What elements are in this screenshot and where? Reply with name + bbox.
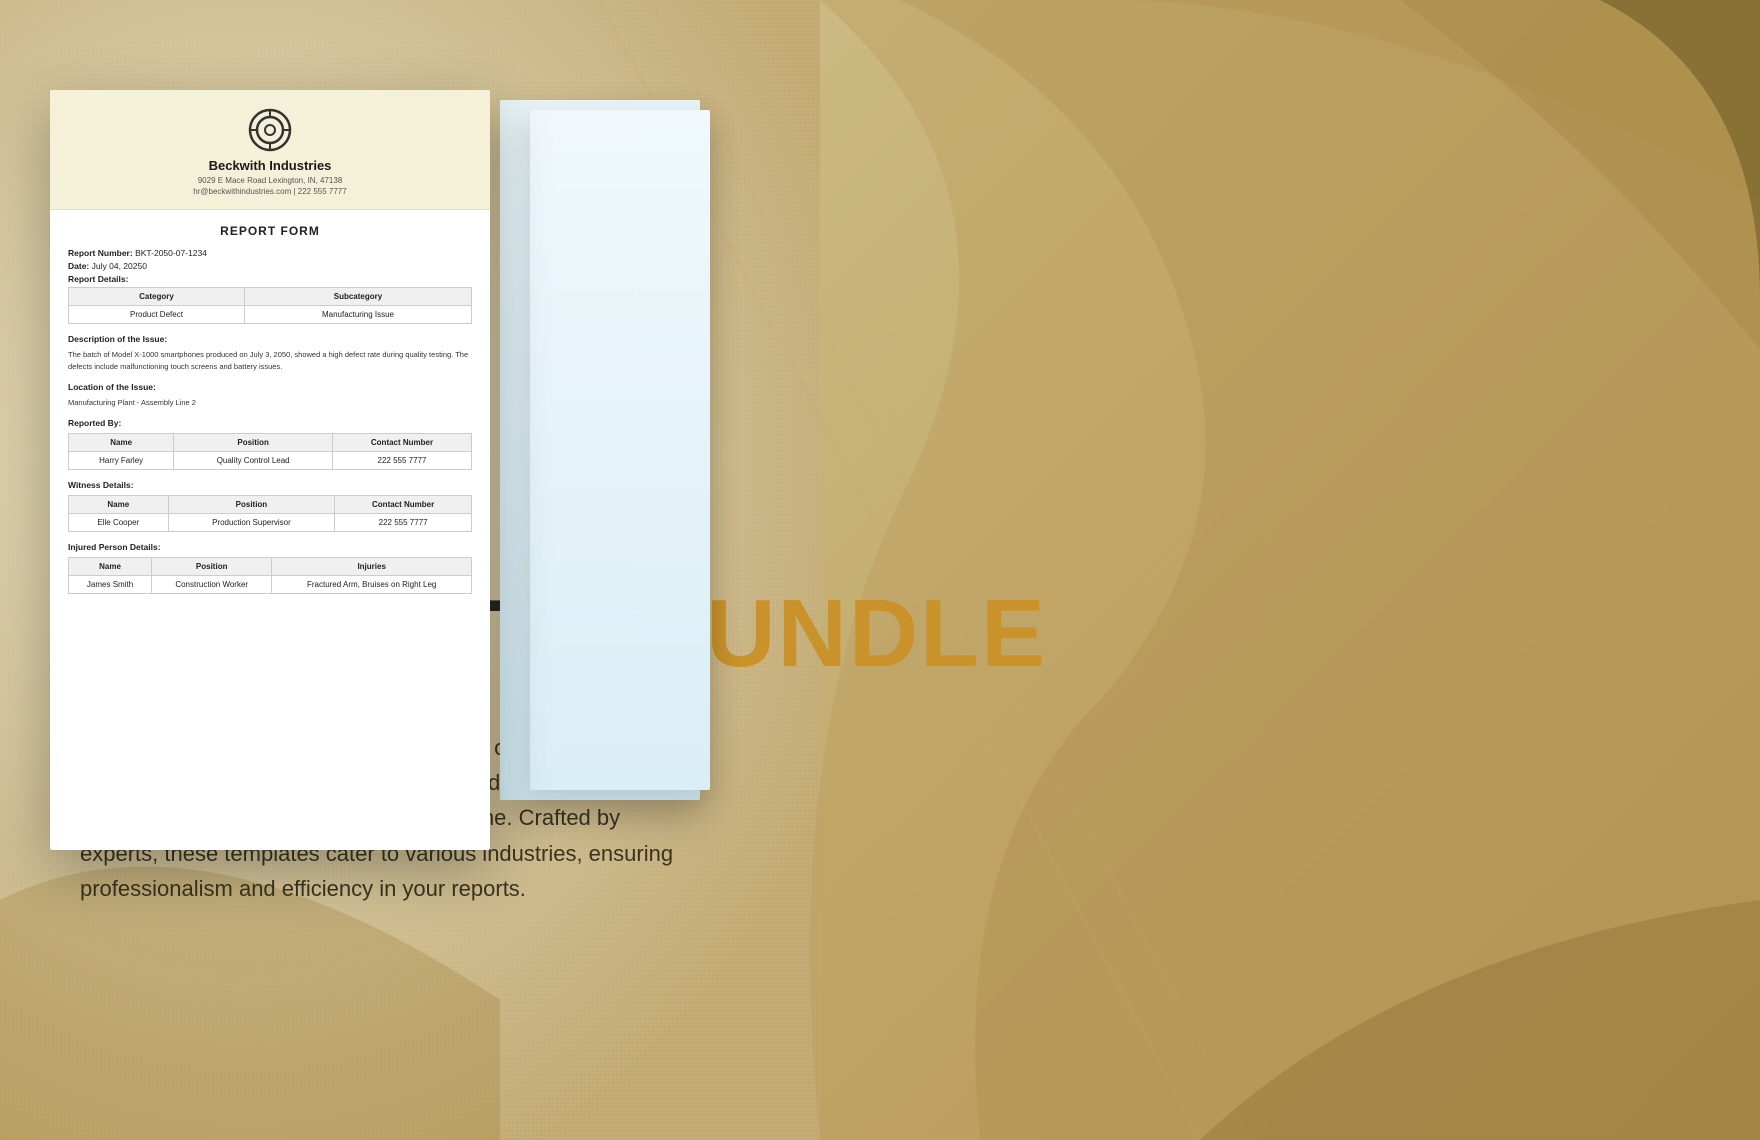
table-row: Product Defect Manufacturing Issue bbox=[69, 306, 472, 324]
witness-contact-header: Contact Number bbox=[335, 496, 472, 514]
witness-position-header: Position bbox=[168, 496, 335, 514]
reporter-contact: 222 555 7777 bbox=[333, 452, 472, 470]
reported-by-table: Name Position Contact Number Harry Farle… bbox=[68, 433, 472, 470]
witness-table: Name Position Contact Number Elle Cooper… bbox=[68, 495, 472, 532]
subcategory-header: Subcategory bbox=[244, 288, 471, 306]
location-title: Location of the Issue: bbox=[68, 382, 472, 392]
injured-position-header: Position bbox=[152, 558, 272, 576]
category-table: Category Subcategory Product Defect Manu… bbox=[68, 287, 472, 324]
reporter-name: Harry Farley bbox=[69, 452, 174, 470]
doc-header: Beckwith Industries 9029 E Mace Road Lex… bbox=[50, 90, 490, 210]
injured-injuries: Fractured Arm, Bruises on Right Leg bbox=[272, 576, 472, 594]
main-document-card: Beckwith Industries 9029 E Mace Road Lex… bbox=[50, 90, 490, 850]
injured-name: James Smith bbox=[69, 576, 152, 594]
contact-line: hr@beckwithindustries.com | 222 555 7777 bbox=[193, 187, 346, 196]
name-header: Name bbox=[69, 434, 174, 452]
injured-table: Name Position Injuries James Smith Const… bbox=[68, 557, 472, 594]
category-cell: Product Defect bbox=[69, 306, 245, 324]
doc-card-behind2 bbox=[530, 110, 710, 790]
company-address: 9029 E Mace Road Lexington, IN, 47138 hr… bbox=[70, 175, 470, 197]
position-header: Position bbox=[174, 434, 333, 452]
description-text: The batch of Model X-1000 smartphones pr… bbox=[68, 349, 472, 372]
category-header: Category bbox=[69, 288, 245, 306]
witness-contact: 222 555 7777 bbox=[335, 514, 472, 532]
report-details-label: Report Details: bbox=[68, 274, 472, 284]
subcategory-cell: Manufacturing Issue bbox=[244, 306, 471, 324]
company-logo bbox=[248, 108, 292, 152]
witness-name-header: Name bbox=[69, 496, 169, 514]
date-label: Date: bbox=[68, 261, 89, 271]
report-details-heading: Report Details: bbox=[68, 274, 128, 284]
location-text: Manufacturing Plant - Assembly Line 2 bbox=[68, 397, 472, 408]
address-line: 9029 E Mace Road Lexington, IN, 47138 bbox=[198, 176, 343, 185]
date-value: July 04, 20250 bbox=[92, 261, 147, 271]
report-number-value: BKT-2050-07-1234 bbox=[135, 248, 207, 258]
doc-body: REPORT FORM Report Number: BKT-2050-07-1… bbox=[50, 210, 490, 616]
witness-position: Production Supervisor bbox=[168, 514, 335, 532]
injured-position: Construction Worker bbox=[152, 576, 272, 594]
report-number-label: Report Number: bbox=[68, 248, 133, 258]
injured-injuries-header: Injuries bbox=[272, 558, 472, 576]
contact-number-header: Contact Number bbox=[333, 434, 472, 452]
injured-title: Injured Person Details: bbox=[68, 542, 472, 552]
description-title: Description of the Issue: bbox=[68, 334, 472, 344]
witness-title: Witness Details: bbox=[68, 480, 472, 490]
table-row: Harry Farley Quality Control Lead 222 55… bbox=[69, 452, 472, 470]
doc-title: REPORT FORM bbox=[68, 224, 472, 238]
witness-name: Elle Cooper bbox=[69, 514, 169, 532]
report-number-field: Report Number: BKT-2050-07-1234 bbox=[68, 248, 472, 258]
table-row: Elle Cooper Production Supervisor 222 55… bbox=[69, 514, 472, 532]
table-row: James Smith Construction Worker Fracture… bbox=[69, 576, 472, 594]
injured-name-header: Name bbox=[69, 558, 152, 576]
reported-by-title: Reported By: bbox=[68, 418, 472, 428]
date-field: Date: July 04, 20250 bbox=[68, 261, 472, 271]
company-name: Beckwith Industries bbox=[70, 158, 470, 173]
reporter-position: Quality Control Lead bbox=[174, 452, 333, 470]
